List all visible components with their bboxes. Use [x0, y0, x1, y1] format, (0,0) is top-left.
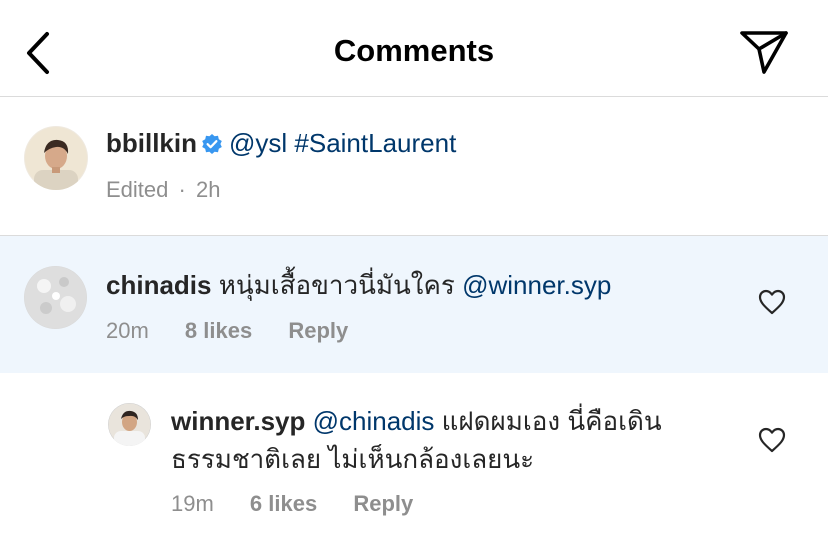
mention-link[interactable]: @winner.syp	[462, 270, 611, 300]
caption-meta: Edited · 2h	[106, 177, 220, 203]
profile-photo	[24, 266, 87, 329]
meta-separator: ·	[178, 177, 186, 202]
reply-button[interactable]: Reply	[353, 491, 413, 516]
avatar[interactable]	[24, 126, 88, 190]
paper-plane-icon	[740, 31, 788, 74]
likes-count[interactable]: 6 likes	[250, 491, 317, 516]
profile-photo	[25, 127, 87, 190]
comment-meta: 20m 8 likes Reply	[106, 318, 378, 344]
chevron-left-icon	[27, 32, 49, 74]
comment-time: 19m	[171, 491, 214, 516]
mention-link[interactable]: @chinadis	[313, 406, 435, 436]
edited-label: Edited	[106, 177, 169, 202]
comment-meta: 19m 6 likes Reply	[171, 491, 443, 517]
comment-body: แฝดผมเอง นี่คือเดิน	[441, 406, 662, 436]
heart-icon[interactable]	[758, 427, 786, 453]
heart-icon[interactable]	[758, 289, 786, 315]
avatar[interactable]	[108, 403, 151, 446]
profile-photo	[108, 403, 151, 446]
comments-screen: Comments bbillkin @ysl #SaintLaurent Edi…	[0, 0, 828, 545]
comment-time: 20m	[106, 318, 149, 343]
comment-text-line-2: ธรรมชาติเลย ไม่เห็นกล้องเลยนะ	[171, 444, 535, 474]
caption-mentions[interactable]: @ysl #SaintLaurent	[229, 128, 456, 158]
back-button[interactable]	[20, 30, 60, 76]
header: Comments	[0, 0, 828, 97]
username[interactable]: winner.syp	[171, 406, 305, 436]
verified-badge-icon	[201, 130, 223, 162]
share-button[interactable]	[738, 28, 790, 76]
username[interactable]: chinadis	[106, 270, 211, 300]
comment-body: หนุ่มเสื้อขาวนี่มันใคร	[218, 270, 455, 300]
comment-item: chinadis หนุ่มเสื้อขาวนี่มันใคร @winner.…	[0, 235, 828, 373]
avatar[interactable]	[24, 266, 87, 329]
comment-text: chinadis หนุ่มเสื้อขาวนี่มันใคร @winner.…	[106, 269, 611, 301]
caption-text: bbillkin @ysl #SaintLaurent	[106, 127, 456, 162]
post-caption: bbillkin @ysl #SaintLaurent Edited · 2h	[0, 97, 828, 235]
comment-text-line-1: winner.syp @chinadis แฝดผมเอง นี่คือเดิน	[171, 405, 662, 437]
username[interactable]: bbillkin	[106, 128, 197, 158]
reply-comment-item: winner.syp @chinadis แฝดผมเอง นี่คือเดิน…	[0, 373, 828, 545]
page-title: Comments	[333, 33, 495, 68]
reply-button[interactable]: Reply	[288, 318, 348, 343]
likes-count[interactable]: 8 likes	[185, 318, 252, 343]
caption-time: 2h	[195, 177, 221, 202]
